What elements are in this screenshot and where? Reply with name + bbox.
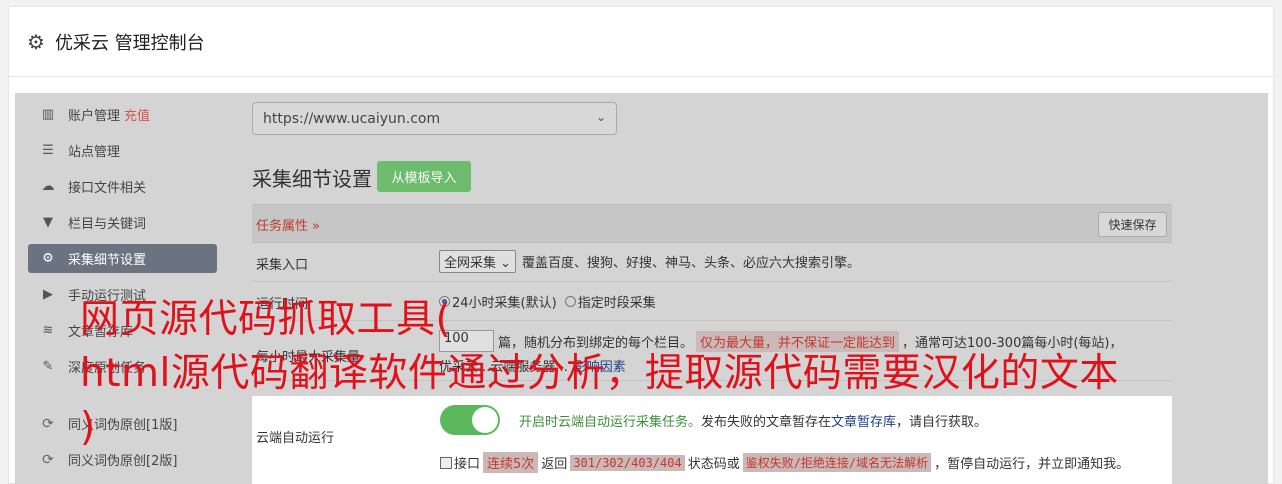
t3: 状态码或 <box>687 457 740 472</box>
cloud-upload-icon: ☁ <box>41 179 55 194</box>
entry-text: 覆盖百度、搜狗、好搜、神马、头条、必应六大搜索引擎。 <box>522 256 861 271</box>
sidebar-item-keywords[interactable]: ▼ 栏目与关键词 <box>28 208 217 237</box>
sidebar-item-label: 账户管理 <box>68 109 121 124</box>
refresh-icon: ⟳ <box>42 451 54 468</box>
chevron-down-icon: ⌄ <box>595 110 606 124</box>
cloud-desc3: ，请自行获取。 <box>896 414 988 430</box>
sidebar-item-label: 同义词伪原创[2版] <box>68 454 178 469</box>
import-template-button[interactable]: 从模板导入 <box>377 161 471 192</box>
task-attr-bar: 任务属性 » 快速保存 <box>252 204 1172 243</box>
row-run-time: 运行时间 24小时采集(默认) 指定时段采集 <box>252 282 1172 321</box>
row-value: 100 篇，随机分布到绑定的每个栏目。 仅为最大量，并不保证一定能达到 ，通常可… <box>439 330 1123 352</box>
edit-icon: ✎ <box>42 359 54 374</box>
database-icon: ≋ <box>42 323 54 338</box>
cloud-toggle-line: 开启时云端自动运行采集任务。 发布失败的文章暂存在 文章暂存库 ，请自行获取。 <box>440 405 987 435</box>
task-attr-toggle[interactable]: 任务属性 » <box>256 215 320 234</box>
sidebar-item-label: 采集细节设置 <box>68 253 147 268</box>
sidebar-item-sites[interactable]: ☰ 站点管理 <box>28 136 217 165</box>
row-label: 每小时最大采集量 <box>256 350 361 365</box>
page-title: 优采云 管理控制台 <box>54 32 205 54</box>
cloud-auto-run-toggle[interactable] <box>440 405 500 435</box>
cloud-pause-line: 接口 连续5次 返回 301/302/403/404 状态码或 鉴权失败/拒绝连… <box>440 452 1129 473</box>
sidebar-item-label: 深度原创任务 <box>68 361 147 376</box>
sidebar-item-interface[interactable]: ☁ 接口文件相关 <box>28 172 217 201</box>
row-label: 运行时间 <box>256 297 309 312</box>
row-cloud: 云端自动运行 开启时云端自动运行采集任务。 发布失败的文章暂存在 文章暂存库 ，… <box>252 396 1172 484</box>
sidebar-item-label: 栏目与关键词 <box>68 217 147 232</box>
max-warning-tag: 仅为最大量，并不保证一定能达到 <box>696 330 900 352</box>
pause-checkbox[interactable] <box>440 456 452 469</box>
sidebar-item-label: 手动运行测试 <box>68 289 147 304</box>
quick-save-button[interactable]: 快速保存 <box>1098 212 1167 237</box>
cloud-desc1: 开启时云端自动运行采集任务。 <box>519 414 702 430</box>
sidebar-item-label: 文章暂存库 <box>68 325 134 340</box>
bar-chart-icon: ▥ <box>41 107 55 122</box>
factors-link[interactable]: 影响因素 <box>574 356 626 375</box>
sidebar-item-deep-original[interactable]: ✎ 深度原创任务 <box>28 352 217 381</box>
cloud-desc2: 发布失败的文章暂存在 <box>701 414 832 430</box>
row-entry: 采集入口 全网采集 ⌄ 覆盖百度、搜狗、好搜、神马、头条、必应六大搜索引擎。 <box>252 243 1172 282</box>
toggle-knob <box>472 407 498 433</box>
max-text1: 篇，随机分布到绑定的每个栏目。 <box>498 335 694 351</box>
error-types: 鉴权失败/拒绝连接/域名无法解析 <box>742 453 932 472</box>
sidebar-item-manual-test[interactable]: ▶ 手动运行测试 <box>28 280 217 309</box>
row-value: 全网采集 ⌄ 覆盖百度、搜狗、好搜、神马、头条、必应六大搜索引擎。 <box>439 250 860 273</box>
section-title: 采集细节设置 <box>252 167 372 191</box>
row-value: 24小时采集(默认) 指定时段采集 <box>439 292 656 311</box>
radio-24h-label: 24小时采集(默认) <box>452 296 557 311</box>
entry-select[interactable]: 全网采集 ⌄ <box>439 250 517 273</box>
row-label: 云端自动运行 <box>256 431 335 446</box>
sidebar-item-synonym-v1[interactable]: ⟳ 同义词伪原创[1版] <box>28 409 217 438</box>
site-select-value: https://www.ucaiyun.com <box>263 110 441 127</box>
entry-select-value: 全网采集 <box>444 256 497 271</box>
gears-icon: ⚙ <box>42 251 54 266</box>
refresh-icon: ⟳ <box>42 415 54 432</box>
filter-icon: ▼ <box>43 215 53 230</box>
console-header: ⚙ 优采云 管理控制台 <box>9 7 1273 77</box>
server-icon: ☰ <box>42 143 54 158</box>
article-store-link[interactable]: 文章暂存库 <box>831 411 896 430</box>
sidebar-item-account[interactable]: ▥ 账户管理 充值 <box>28 100 217 129</box>
sidebar-item-synonym-v2[interactable]: ⟳ 同义词伪原创[2版] <box>28 445 217 474</box>
sidebar-item-label: 接口文件相关 <box>68 181 147 196</box>
row-max-per-hour: 每小时最大采集量 100 篇，随机分布到绑定的每个栏目。 仅为最大量，并不保证一… <box>252 321 1172 381</box>
recharge-link[interactable]: 充值 <box>124 105 150 124</box>
cb-text: 接口 <box>454 457 481 472</box>
t2: 返回 <box>541 457 568 472</box>
row-value-line2: 优采云...云端服务器... 影响因素 <box>439 356 626 375</box>
sidebar-item-label: 同义词伪原创[1版] <box>68 418 178 433</box>
gear-icon: ⚙ <box>27 29 45 54</box>
max-line2: 优采云...云端服务器... <box>439 360 568 375</box>
radio-24h[interactable] <box>439 296 450 307</box>
row-label: 采集入口 <box>256 258 309 273</box>
max-per-hour-input[interactable]: 100 <box>439 330 494 352</box>
site-select[interactable]: https://www.ucaiyun.com ⌄ <box>252 102 617 135</box>
sidebar-item-article-store[interactable]: ≋ 文章暂存库 <box>28 316 217 345</box>
radio-scheduled-label: 指定时段采集 <box>577 296 656 311</box>
sidebar-item-collect-settings[interactable]: ⚙ 采集细节设置 <box>28 244 217 273</box>
status-codes: 301/302/403/404 <box>570 454 685 471</box>
t4: ，暂停自动运行，并立即通知我。 <box>934 457 1130 472</box>
max-text2: ，通常可达100-300篇每小时(每站)， <box>902 335 1123 351</box>
radio-scheduled[interactable] <box>564 296 576 307</box>
consecutive-tag: 连续5次 <box>483 452 539 473</box>
sidebar-item-label: 站点管理 <box>68 145 121 160</box>
play-circle-icon: ▶ <box>43 287 53 302</box>
